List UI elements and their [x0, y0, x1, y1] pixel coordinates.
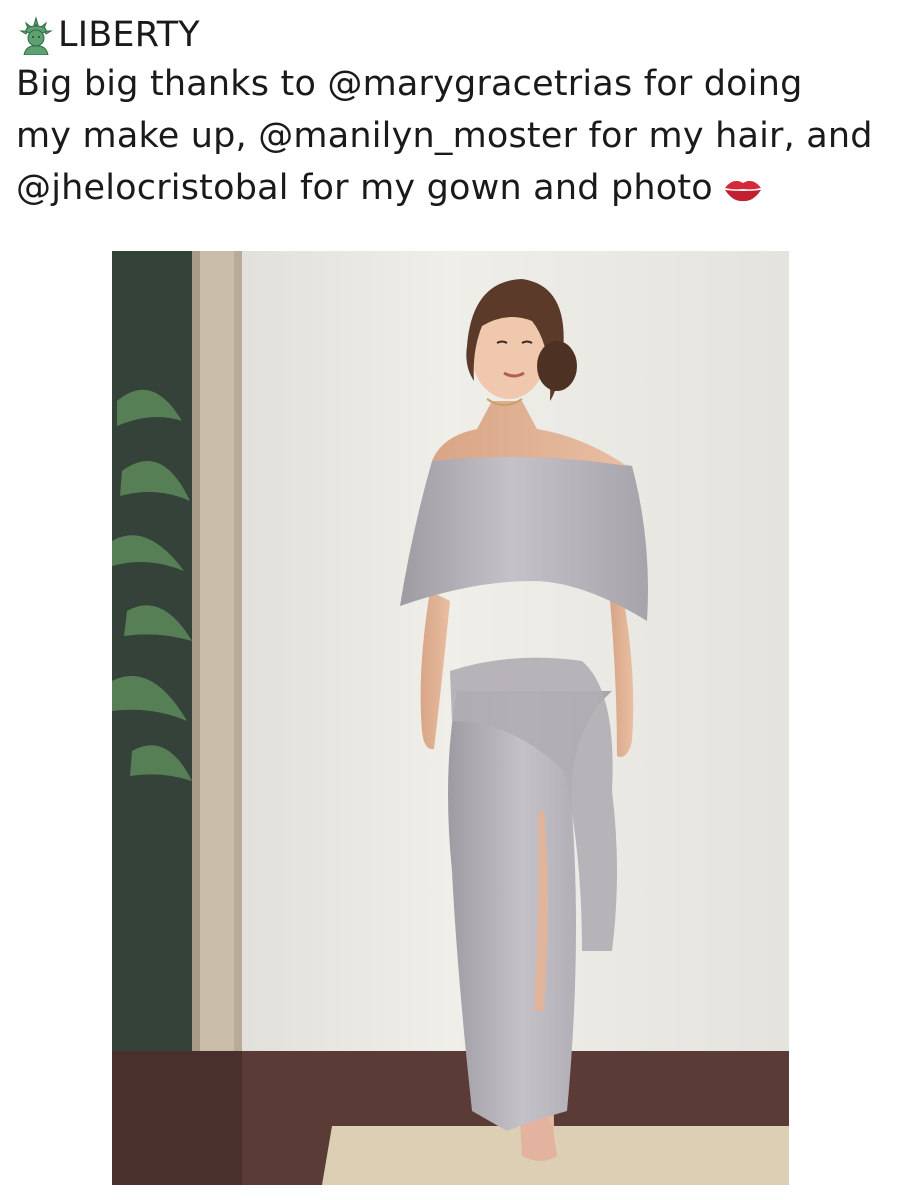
- kiss-mark-icon: [724, 180, 761, 202]
- post-photo[interactable]: [112, 251, 789, 1185]
- photo-scene: [112, 251, 789, 1185]
- caption-line-2: my make up, @manilyn_moster for my hair,…: [16, 116, 873, 156]
- caption-line-3: @jhelocristobal for my gown and photo: [16, 162, 906, 214]
- caption-line-1: Big big thanks to @marygracetrias for do…: [16, 64, 803, 104]
- window: [112, 251, 242, 1185]
- caption-line-3-text: @jhelocristobal for my gown and photo: [16, 168, 713, 208]
- post-caption: LIBERTY Big big thanks to @marygracetria…: [16, 12, 906, 214]
- post-header: LIBERTY: [16, 12, 906, 58]
- statue-of-liberty-icon: [19, 16, 53, 55]
- post-author: LIBERTY: [58, 15, 200, 55]
